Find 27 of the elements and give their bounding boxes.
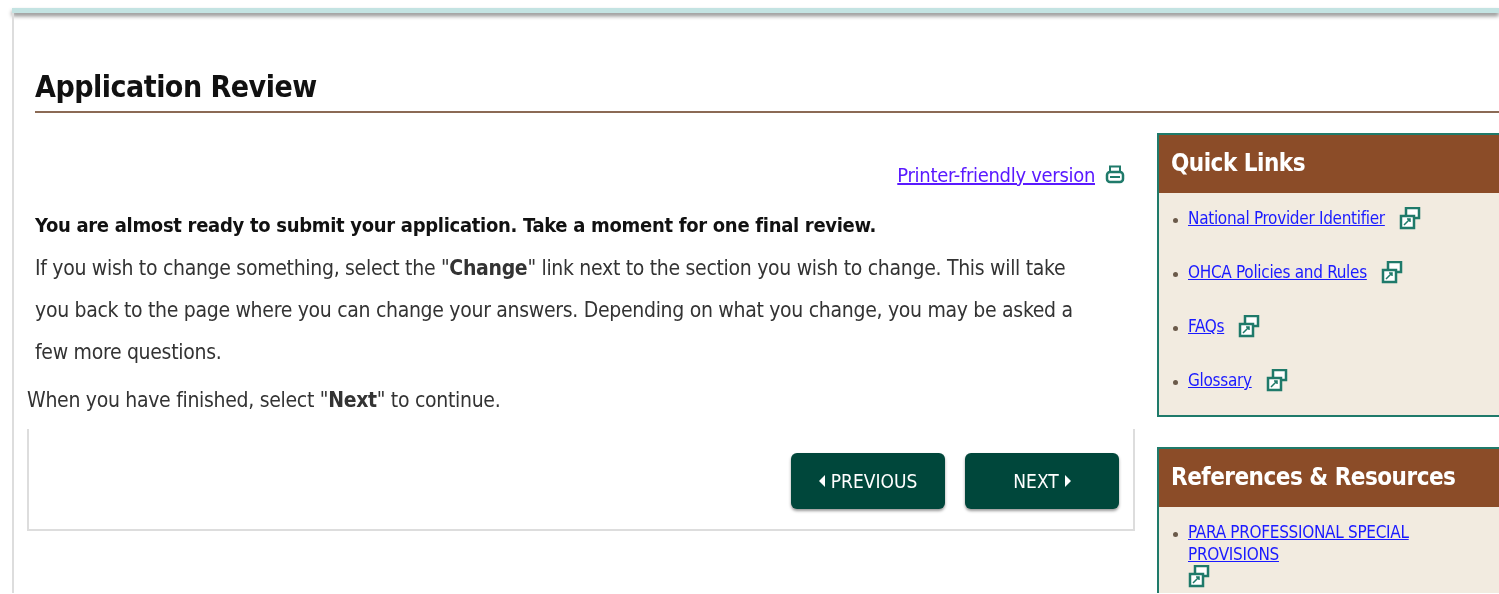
instruction-text: When you have finished, select "Next" to continue. (27, 387, 502, 414)
right-caret-icon (1064, 475, 1071, 487)
printer-friendly-link[interactable]: Printer-friendly version (897, 163, 1095, 187)
resource-link[interactable]: Glossary (1188, 369, 1252, 391)
printer-icon (1105, 165, 1125, 185)
intro-text: You are almost ready to submit your application. Take a moment for one final review. (35, 213, 878, 237)
panel-header: Quick Links (1159, 135, 1499, 193)
left-caret-icon (818, 475, 825, 487)
external-link-icon (1188, 565, 1210, 589)
external-link-icon (1238, 315, 1261, 339)
bullet-icon (1173, 218, 1178, 223)
bullet-icon (1173, 532, 1178, 537)
panel-header: References & Resources (1159, 449, 1499, 507)
previous-button[interactable]: PREVIOUS (791, 453, 945, 509)
resource-link[interactable]: PARA PROFESSIONAL SPECIAL PROVISIONS (1188, 521, 1439, 565)
resource-link[interactable]: National Provider Identifier (1188, 207, 1385, 229)
resource-link[interactable]: FAQs (1188, 315, 1225, 337)
external-link-icon (1398, 207, 1421, 231)
bullet-icon (1173, 380, 1178, 385)
external-link-icon (1265, 369, 1288, 393)
page-title: Application Review (35, 68, 318, 106)
resource-link[interactable]: OHCA Policies and Rules (1188, 261, 1367, 283)
instruction-text: If you wish to change something, select the "Change" link next to the section you wish to change. This will take you back to the page where you can change your answers. Depending on what you change, you may be asked a few more questions. (35, 255, 1074, 366)
bullet-icon (1173, 326, 1178, 331)
bullet-icon (1173, 272, 1178, 277)
external-link-icon (1380, 261, 1403, 285)
next-button[interactable]: NEXT (965, 453, 1119, 509)
